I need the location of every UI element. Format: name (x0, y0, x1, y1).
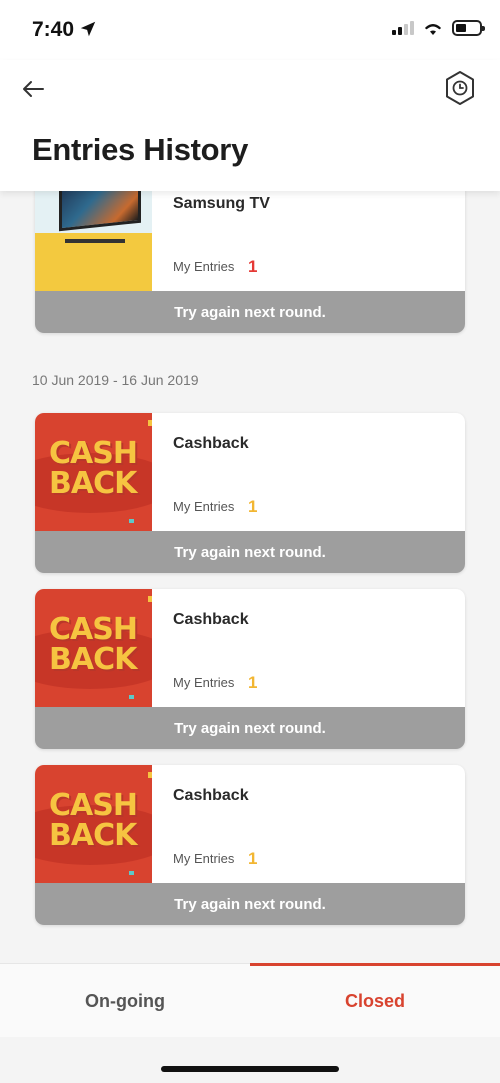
location-arrow-icon (80, 21, 96, 37)
card-title: Cashback (173, 611, 249, 628)
samsung-tv-image (35, 191, 152, 291)
wifi-icon (425, 23, 441, 35)
date-range-label: 10 Jun 2019 - 16 Jun 2019 (32, 372, 199, 388)
entries-label: My Entries (173, 851, 235, 866)
entry-card[interactable]: Samsung TV My Entries 1 Try again next r… (35, 191, 465, 333)
status-indicators (392, 20, 485, 36)
entry-card[interactable]: CASH BACK Cashback My Entries 1 Try again… (35, 589, 465, 749)
tab-closed[interactable]: Closed (250, 963, 500, 1038)
home-indicator[interactable] (161, 1066, 339, 1072)
cashback-image: CASH BACK (35, 413, 152, 531)
home-indicator-area (0, 1037, 500, 1083)
card-title: Samsung TV (173, 195, 270, 212)
battery-icon (452, 20, 485, 36)
entries-count: 1 (248, 497, 258, 516)
entries-count: 1 (248, 849, 258, 868)
card-status: Try again next round. (35, 707, 465, 749)
entries-label: My Entries (173, 675, 235, 690)
card-status: Try again next round. (35, 883, 465, 925)
cashback-image: CASH BACK (35, 765, 152, 883)
entry-card[interactable]: CASH BACK Cashback My Entries 1 Try again… (35, 413, 465, 573)
status-time: 7:40 (32, 18, 75, 41)
arrow-left-icon (23, 81, 44, 97)
entries-list[interactable]: Samsung TV My Entries 1 Try again next r… (0, 191, 500, 963)
tab-bar: On-going Closed (0, 963, 500, 1037)
entries-label: My Entries (173, 259, 235, 274)
cashback-image: CASH BACK (35, 589, 152, 707)
entry-card[interactable]: CASH BACK Cashback My Entries 1 Try again… (35, 765, 465, 925)
signal-icon (392, 21, 414, 35)
back-button[interactable] (18, 74, 48, 104)
card-status: Try again next round. (35, 291, 465, 333)
card-status: Try again next round. (35, 531, 465, 573)
card-title: Cashback (173, 787, 249, 804)
page-title: Entries History (32, 132, 249, 167)
entries-count: 1 (248, 257, 258, 276)
card-title: Cashback (173, 435, 249, 452)
hexagon-clock-icon[interactable] (444, 70, 476, 106)
entries-label: My Entries (173, 499, 235, 514)
app-header: Entries History (0, 60, 500, 191)
entries-count: 1 (248, 673, 258, 692)
tab-ongoing[interactable]: On-going (0, 964, 250, 1038)
status-bar: 7:40 (0, 0, 500, 60)
